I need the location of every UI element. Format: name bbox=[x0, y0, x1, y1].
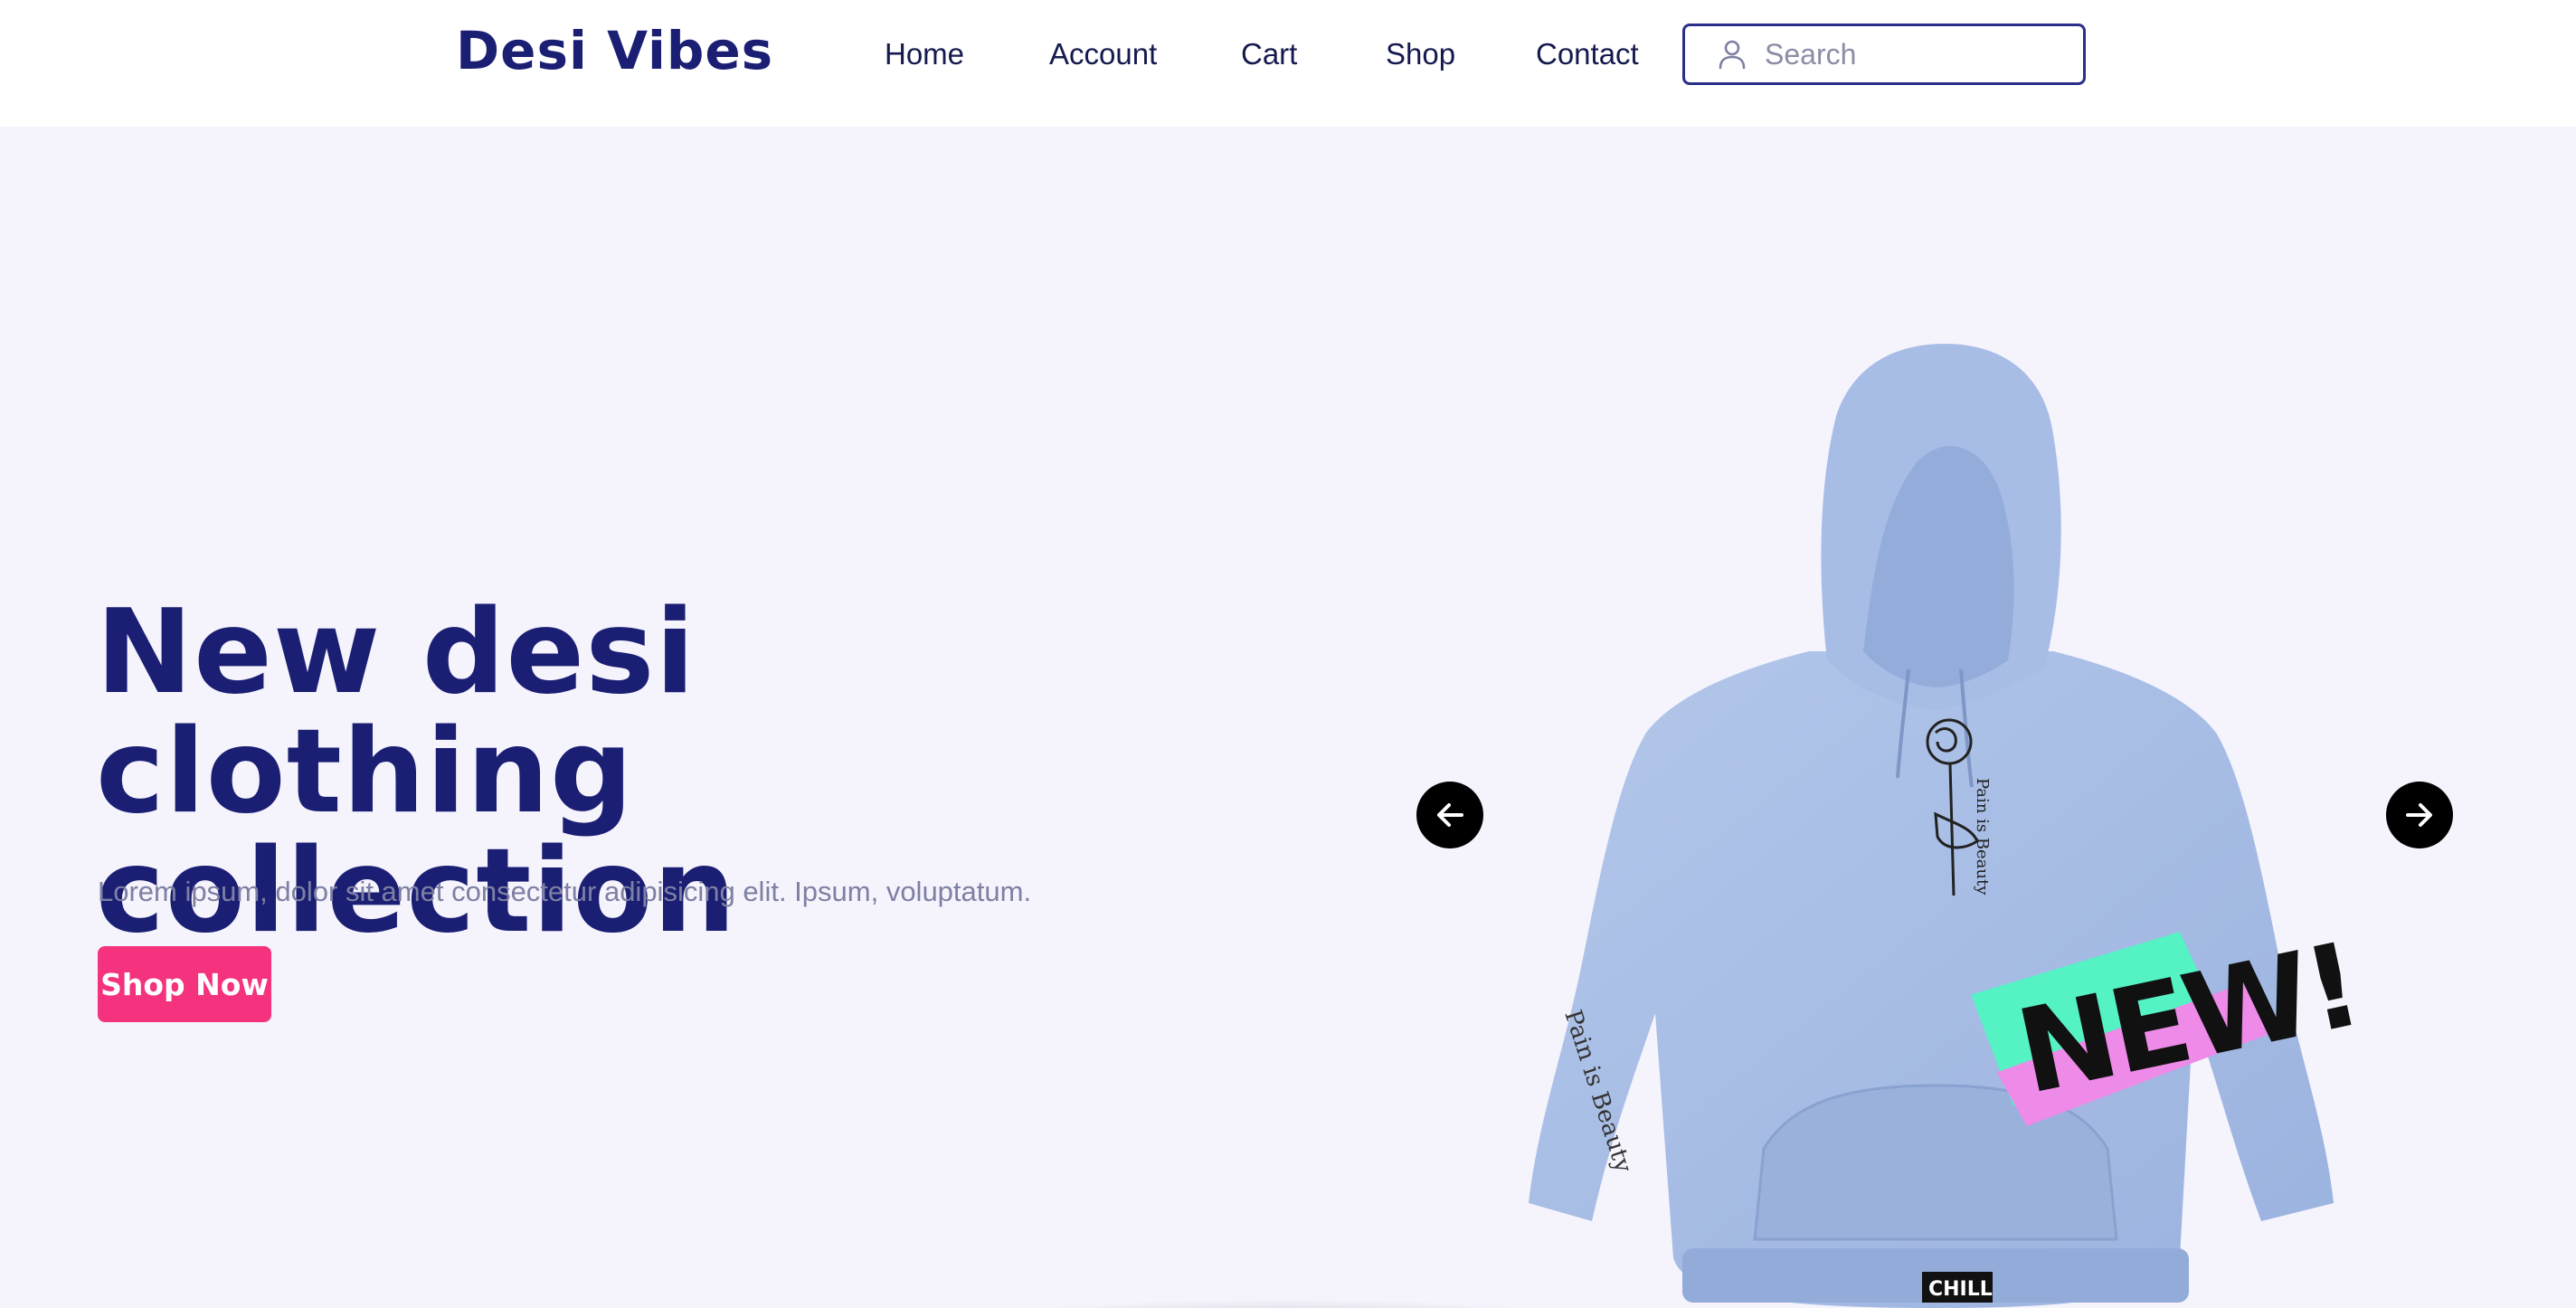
svg-text:Pain is Beauty: Pain is Beauty bbox=[1973, 778, 1992, 896]
section-shadow bbox=[1004, 1299, 1565, 1308]
search-box[interactable] bbox=[1682, 24, 2086, 85]
nav-shop[interactable]: Shop bbox=[1386, 31, 1455, 78]
user-icon bbox=[1719, 40, 1746, 70]
svg-text:CHILL: CHILL bbox=[1928, 1278, 1993, 1301]
nav-account[interactable]: Account bbox=[1049, 31, 1157, 78]
brand-logo[interactable]: Desi Vibes bbox=[456, 14, 773, 87]
arrow-right-icon bbox=[2406, 803, 2432, 827]
nav-cart[interactable]: Cart bbox=[1241, 31, 1297, 78]
carousel-prev-button[interactable] bbox=[1416, 782, 1483, 848]
nav-home[interactable]: Home bbox=[885, 31, 964, 78]
arrow-left-icon bbox=[1437, 803, 1463, 827]
hero-subtitle: Lorem ipsum, dolor sit amet consectetur … bbox=[98, 876, 1032, 907]
product-hoodie-image: Pain is Beauty Pain is Beauty NEW! CHILL bbox=[1529, 344, 2370, 1308]
hero-section: New desi clothing collection Lorem ipsum… bbox=[0, 127, 2576, 1308]
carousel-next-button[interactable] bbox=[2386, 782, 2453, 848]
search-input[interactable] bbox=[1765, 37, 2054, 71]
shop-now-button[interactable]: Shop Now bbox=[98, 946, 271, 1022]
nav-contact[interactable]: Contact bbox=[1536, 31, 1639, 78]
site-header: Desi Vibes Home Account Cart Shop Contac… bbox=[0, 0, 2576, 127]
